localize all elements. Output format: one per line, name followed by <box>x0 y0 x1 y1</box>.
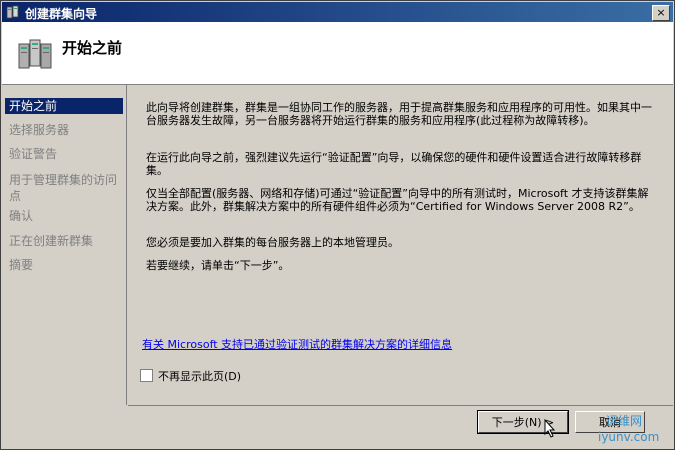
watermark-line2: iyunv.com <box>598 430 659 444</box>
wizard-header: 开始之前 <box>2 22 673 85</box>
validation-paragraph: 在运行此向导之前，强烈建议先运行“验证配置”向导，以确保您的硬件和硬件设置适合进… <box>146 151 642 177</box>
nav-step-select-servers[interactable]: 选择服务器 <box>5 122 123 138</box>
mouse-cursor-icon <box>544 419 556 438</box>
nav-step-creating-cluster[interactable]: 正在创建新群集 <box>5 233 123 249</box>
footer-divider <box>128 405 673 406</box>
support-info-link[interactable]: 有关 Microsoft 支持已通过验证测试的群集解决方案的详细信息 <box>142 336 662 352</box>
checkbox-box[interactable] <box>140 369 153 382</box>
continue-paragraph: 若要继续，请单击“下一步”。 <box>146 259 290 272</box>
wizard-steps-nav: 开始之前 选择服务器 验证警告 用于管理群集的访问点 确认 正在创建新群集 摘要 <box>2 85 127 405</box>
wizard-content: 此向导将创建群集，群集是一组协同工作的服务器，用于提高群集服务和应用程序的可用性… <box>128 85 673 405</box>
window-title: 创建群集向导 <box>25 7 98 21</box>
wizard-window: 创建群集向导 × 开始之前 开始之前 选择服务器 验证警告 用于管理群集的访问点… <box>0 0 675 450</box>
close-icon: × <box>656 6 666 19</box>
checkbox-label: 不再显示此页(D) <box>158 370 242 383</box>
support-paragraph: 仅当全部配置(服务器、网络和存储)可通过“验证配置”向导中的所有测试时，Micr… <box>146 187 649 213</box>
nav-step-before-you-begin[interactable]: 开始之前 <box>5 98 123 114</box>
intro-paragraph: 此向导将创建群集，群集是一组协同工作的服务器，用于提高群集服务和应用程序的可用性… <box>146 101 652 127</box>
close-button[interactable]: × <box>652 5 670 21</box>
watermark-line1: 运维网 <box>606 414 642 428</box>
admin-paragraph: 您必须是要加入群集的每台服务器上的本地管理员。 <box>146 236 399 249</box>
page-title: 开始之前 <box>62 39 123 57</box>
nav-step-access-point[interactable]: 用于管理群集的访问点 <box>5 172 123 204</box>
nav-step-validation-warning[interactable]: 验证警告 <box>5 146 123 162</box>
watermark-logo-icon: 运维网 iyunv.com <box>598 414 659 444</box>
cluster-icon <box>6 5 19 19</box>
nav-step-summary[interactable]: 摘要 <box>5 257 123 273</box>
title-bar[interactable]: 创建群集向导 × <box>2 2 673 22</box>
nav-step-confirmation[interactable]: 确认 <box>5 208 123 224</box>
cluster-servers-icon <box>18 39 52 69</box>
